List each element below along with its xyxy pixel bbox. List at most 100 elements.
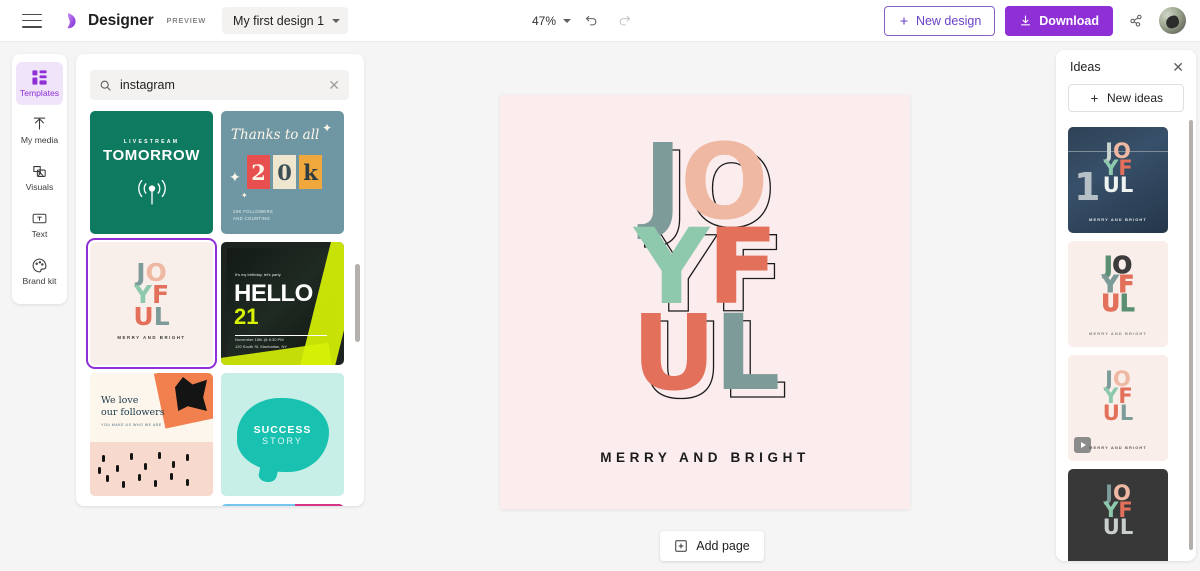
- template-card-we-love-our-followers[interactable]: We love our followers YOU MAKE US WHO WE…: [90, 373, 213, 496]
- sidebar-item-text[interactable]: Text: [16, 203, 63, 246]
- template-card-partial[interactable]: [90, 504, 213, 506]
- sidebar-item-visuals[interactable]: Visuals: [16, 156, 63, 199]
- text-icon: [32, 213, 47, 224]
- ideas-panel: Ideas ✕ New ideas 1 JO YF UL MERRY AND B…: [1056, 50, 1196, 561]
- share-icon: [1130, 14, 1142, 27]
- user-avatar[interactable]: [1159, 7, 1186, 34]
- share-button[interactable]: [1123, 8, 1149, 34]
- chevron-down-icon[interactable]: [563, 18, 572, 23]
- idea-caption: MERRY AND BRIGHT: [1089, 445, 1147, 450]
- sidebar-item-my-media[interactable]: My media: [16, 109, 63, 152]
- template-card-joyful-merry-and-bright[interactable]: JO YF UL MERRY AND BRIGHT: [86, 238, 217, 369]
- idea-card-dark-charcoal[interactable]: JO YF UL: [1068, 469, 1168, 561]
- design-canvas-page[interactable]: JJ OO YY FF UU L L MERRY AND BRIGHT: [500, 95, 910, 509]
- download-label: Download: [1039, 13, 1099, 28]
- letter-L: L: [153, 301, 170, 331]
- template-subtitle: YOU MAKE US WHO WE ARE: [101, 423, 162, 427]
- sidebar-item-label: Brand kit: [22, 276, 57, 287]
- template-address: November 15th @ 8:30 PM 120 South St, Ma…: [235, 336, 288, 350]
- upload-icon: [33, 117, 46, 130]
- template-title: We love our followers: [101, 395, 165, 418]
- card-digit: 0: [273, 155, 296, 189]
- designer-app: Designer PREVIEW My first design 1 47% N…: [0, 0, 1200, 571]
- sidebar-item-brand-kit[interactable]: Brand kit: [16, 250, 63, 293]
- template-caption: MERRY AND BRIGHT: [117, 334, 186, 340]
- download-button[interactable]: Download: [1005, 5, 1113, 36]
- sidebar-item-label: Templates: [19, 88, 60, 99]
- idea-card-dark-blue-photo[interactable]: 1 JO YF UL MERRY AND BRIGHT: [1068, 127, 1168, 233]
- design-letter-L: LL: [714, 291, 788, 422]
- card-digit: k: [299, 155, 322, 189]
- designer-logo-icon: [67, 12, 76, 28]
- template-kicker: It's my birthday, let's party: [235, 272, 281, 277]
- brand-logo-link[interactable]: Designer: [62, 11, 154, 31]
- template-card-success-story[interactable]: SUCCESS STORY: [221, 373, 344, 496]
- visuals-icon: [33, 166, 46, 178]
- idea-caption: MERRY AND BRIGHT: [1089, 217, 1147, 222]
- template-subtitle: STORY: [262, 435, 303, 446]
- close-icon[interactable]: ✕: [1172, 60, 1184, 74]
- template-bg-shape: [90, 441, 213, 496]
- document-title-dropdown[interactable]: My first design 1: [222, 7, 349, 34]
- hamburger-icon[interactable]: [22, 13, 42, 28]
- preview-badge: PREVIEW: [166, 16, 207, 25]
- template-card-livestream-tomorrow[interactable]: LIVESTREAM TOMORROW: [90, 111, 213, 234]
- sparkle-icon: ✦: [241, 191, 248, 200]
- design-letter-row: UU LL: [631, 291, 788, 422]
- template-kicker: LIVESTREAM: [123, 139, 180, 145]
- header-actions: New design Download: [883, 5, 1186, 36]
- ideas-scrollbar[interactable]: [1189, 120, 1193, 550]
- templates-scrollbar[interactable]: [355, 264, 360, 342]
- add-page-button[interactable]: Add page: [660, 531, 764, 561]
- idea-letter-stack: JO YF UL: [1102, 481, 1134, 540]
- add-page-label: Add page: [696, 539, 750, 553]
- templates-icon: [32, 70, 47, 85]
- sidebar-item-templates[interactable]: Templates: [16, 62, 63, 105]
- ideas-header: Ideas ✕: [1056, 50, 1196, 76]
- idea-card-light-filled-video[interactable]: JO YF UL MERRY AND BRIGHT: [1068, 355, 1168, 461]
- sidebar-item-label: Text: [31, 229, 48, 240]
- card-digit: 2: [247, 155, 270, 189]
- canvas-area: JJ OO YY FF UU L L MERRY AND BRIGHT Add …: [372, 42, 1052, 571]
- idea-card-light-outline[interactable]: JO YF UL MERRY AND BRIGHT: [1068, 241, 1168, 347]
- template-title: SUCCESS: [253, 423, 312, 436]
- sidebar-item-label: My media: [20, 135, 59, 146]
- sparkle-icon: ✦: [321, 121, 332, 135]
- redo-button[interactable]: [611, 8, 637, 34]
- templates-panel: ✕ LIVESTREAM TOMORROW Thanks to all ✦ ✦ …: [76, 54, 364, 506]
- template-number: 21: [234, 304, 259, 329]
- idea-letter-stack: JO YF UL: [1101, 253, 1135, 317]
- new-ideas-button[interactable]: New ideas: [1068, 84, 1184, 112]
- template-subtitle: 20K FOLLOWERS AND COUNTING: [233, 208, 274, 221]
- left-sidebar: Templates My media Visuals Text Brand ki…: [12, 54, 67, 304]
- template-card-thanks-to-all-20k[interactable]: Thanks to all ✦ ✦ ✦ 2 0 k 20K FOLLOWERS …: [221, 111, 344, 234]
- zoom-level-value[interactable]: 47%: [532, 14, 556, 28]
- letter-U: U: [133, 301, 154, 331]
- template-card-partial[interactable]: [221, 504, 344, 506]
- broadcast-icon: [137, 179, 166, 205]
- design-caption[interactable]: MERRY AND BRIGHT: [500, 450, 910, 465]
- redo-icon: [619, 15, 630, 26]
- new-design-label: New design: [915, 13, 982, 28]
- design-letter-U: UU: [631, 291, 724, 422]
- idea-caption: MERRY AND BRIGHT: [1089, 331, 1147, 336]
- palette-icon: [32, 258, 47, 273]
- download-icon: [1021, 15, 1031, 26]
- ideas-list: 1 JO YF UL MERRY AND BRIGHT JO YF UL MER…: [1068, 127, 1180, 561]
- template-letter-row: UL: [133, 301, 170, 331]
- template-card-hello-21[interactable]: It's my birthday, let's party HELLO 21 N…: [221, 242, 344, 365]
- search-icon: [100, 80, 111, 91]
- undo-icon: [585, 15, 596, 26]
- search-input[interactable]: [120, 78, 321, 92]
- clear-search-icon[interactable]: ✕: [328, 78, 340, 92]
- template-search-box[interactable]: ✕: [90, 70, 349, 100]
- brand-name: Designer: [88, 11, 154, 29]
- speech-bubble-shape: SUCCESS STORY: [236, 397, 329, 472]
- new-design-button[interactable]: New design: [883, 5, 996, 36]
- zoom-controls: 47%: [532, 8, 637, 34]
- new-ideas-label: New ideas: [1106, 91, 1164, 105]
- undo-button[interactable]: [578, 8, 604, 34]
- sparkle-icon: ✦: [229, 169, 241, 185]
- plus-icon: [900, 17, 908, 24]
- template-number-cards: 2 0 k: [247, 155, 322, 189]
